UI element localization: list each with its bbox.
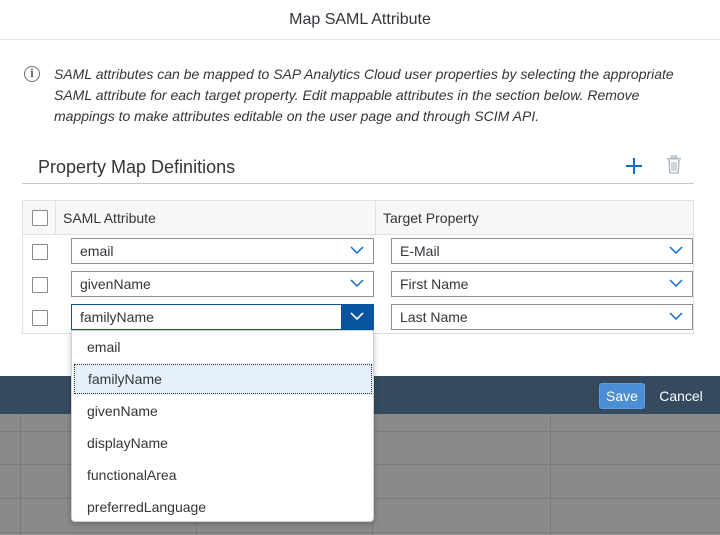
dropdown-option-givenname[interactable]: givenName xyxy=(72,395,373,427)
select-value: familyName xyxy=(80,309,154,325)
dropdown-option-preferredlanguage[interactable]: preferredLanguage xyxy=(72,491,373,523)
target-property-select[interactable]: Last Name xyxy=(391,304,693,330)
add-icon[interactable] xyxy=(624,156,644,176)
chevron-down-icon[interactable] xyxy=(660,272,692,296)
chevron-down-icon[interactable] xyxy=(341,272,373,296)
saml-attribute-select[interactable]: email xyxy=(71,238,374,264)
dropdown-option-familyname[interactable]: familyName xyxy=(73,363,373,395)
header-target-property: Target Property xyxy=(383,210,479,226)
property-map-table: SAML Attribute Target Property email E-M… xyxy=(22,200,694,334)
header-saml-attribute: SAML Attribute xyxy=(63,210,156,226)
dialog-title: Map SAML Attribute xyxy=(0,0,720,40)
dropdown-option-functionalarea[interactable]: functionalArea xyxy=(72,459,373,491)
select-value: email xyxy=(80,243,114,259)
table-header: SAML Attribute Target Property xyxy=(23,201,693,235)
chevron-down-icon[interactable] xyxy=(341,305,373,329)
select-value: Last Name xyxy=(400,309,468,325)
saml-attribute-select[interactable]: familyName xyxy=(71,304,374,330)
row-checkbox[interactable] xyxy=(32,310,48,326)
saml-attribute-select[interactable]: givenName xyxy=(71,271,374,297)
select-value: First Name xyxy=(400,276,469,292)
info-text: SAML attributes can be mapped to SAP Ana… xyxy=(54,66,674,124)
chevron-down-icon[interactable] xyxy=(341,239,373,263)
section-header: Property Map Definitions xyxy=(22,150,694,184)
trash-icon[interactable] xyxy=(666,155,682,175)
saml-attribute-dropdown-list: email familyName givenName displayName f… xyxy=(71,330,374,522)
target-property-select[interactable]: First Name xyxy=(391,271,693,297)
select-all-checkbox[interactable] xyxy=(32,210,48,226)
select-value: E-Mail xyxy=(400,243,440,259)
cancel-button[interactable]: Cancel xyxy=(652,383,710,409)
chevron-down-icon[interactable] xyxy=(660,239,692,263)
info-icon: i xyxy=(24,66,40,82)
save-button[interactable]: Save xyxy=(599,383,645,409)
section-title: Property Map Definitions xyxy=(38,157,236,177)
select-value: givenName xyxy=(80,276,151,292)
dropdown-option-email[interactable]: email xyxy=(72,331,373,363)
dropdown-option-displayname[interactable]: displayName xyxy=(72,427,373,459)
chevron-down-icon[interactable] xyxy=(660,305,692,329)
table-row: email E-Mail xyxy=(23,236,693,269)
row-checkbox[interactable] xyxy=(32,244,48,260)
target-property-select[interactable]: E-Mail xyxy=(391,238,693,264)
row-checkbox[interactable] xyxy=(32,277,48,293)
table-row: givenName First Name xyxy=(23,269,693,302)
